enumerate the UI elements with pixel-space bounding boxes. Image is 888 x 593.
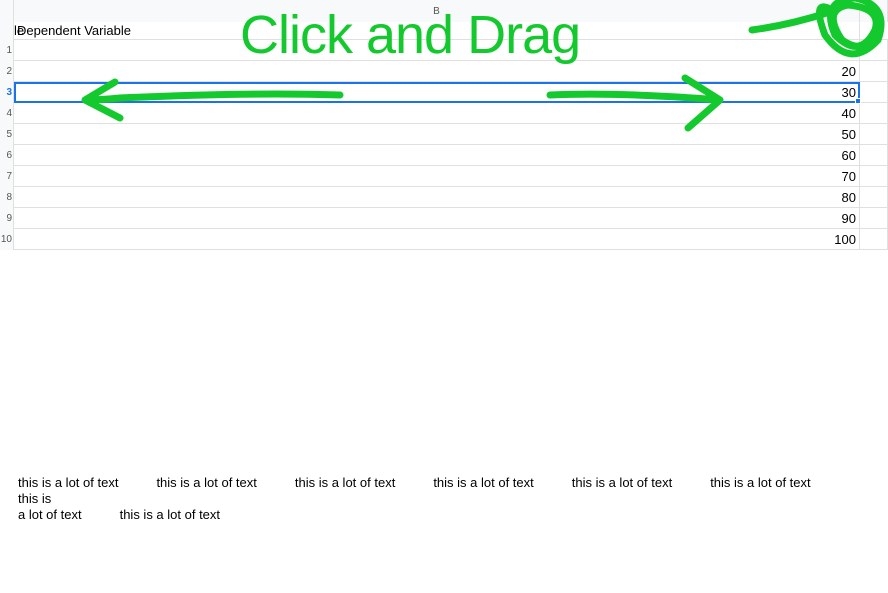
cell-c7[interactable] xyxy=(860,166,888,187)
cell-b8[interactable]: 80 xyxy=(14,187,860,208)
text-repeat-5: this is a lot of text xyxy=(572,475,672,491)
cell-c2[interactable] xyxy=(860,61,888,82)
data-row-9: 9 90 xyxy=(0,208,888,229)
cell-b9[interactable]: 90 xyxy=(14,208,860,229)
row-number-1[interactable]: 1 xyxy=(0,40,14,61)
long-text-row-2[interactable]: a lot of text this is a lot of text xyxy=(0,507,888,523)
cell-c10[interactable] xyxy=(860,229,888,250)
sheet-header-row: le Dependent Variable xyxy=(0,22,888,40)
column-header-label: B xyxy=(433,6,440,17)
cell-b6[interactable]: 60 xyxy=(14,145,860,166)
data-row-4: 4 40 xyxy=(0,103,888,124)
row-header-blank[interactable] xyxy=(0,22,14,40)
column-header-c[interactable] xyxy=(860,0,888,22)
data-row-8: 8 80 xyxy=(0,187,888,208)
data-row-6: 6 60 xyxy=(0,145,888,166)
row-number-4[interactable]: 4 xyxy=(0,103,14,124)
cell-b-header[interactable]: Dependent Variable xyxy=(14,22,860,39)
fill-handle[interactable] xyxy=(855,98,861,104)
data-row-5: 5 50 xyxy=(0,124,888,145)
spreadsheet-grid: B le Dependent Variable 1 2 20 3 30 4 40… xyxy=(0,0,888,590)
text-repeat-8: a lot of text xyxy=(18,507,82,523)
text-repeat-2: this is a lot of text xyxy=(156,475,256,491)
row-number-7[interactable]: 7 xyxy=(0,166,14,187)
cell-b7[interactable]: 70 xyxy=(14,166,860,187)
cell-b4[interactable]: 40 xyxy=(14,103,860,124)
cell-c3[interactable] xyxy=(860,82,888,103)
text-repeat-4: this is a lot of text xyxy=(433,475,533,491)
cell-c9[interactable] xyxy=(860,208,888,229)
cell-c8[interactable] xyxy=(860,187,888,208)
text-repeat-9: this is a lot of text xyxy=(120,507,220,523)
text-repeat-6: this is a lot of text xyxy=(710,475,810,491)
column-header-b[interactable]: B xyxy=(14,0,860,22)
row-number-2[interactable]: 2 xyxy=(0,61,14,82)
cell-b1[interactable] xyxy=(14,40,860,61)
row-number-8[interactable]: 8 xyxy=(0,187,14,208)
data-row-1: 1 xyxy=(0,40,888,61)
select-all-corner[interactable] xyxy=(0,0,14,22)
data-row-7: 7 70 xyxy=(0,166,888,187)
data-row-3-selected: 3 30 xyxy=(0,82,888,103)
cell-c5[interactable] xyxy=(860,124,888,145)
row-number-6[interactable]: 6 xyxy=(0,145,14,166)
long-text-row[interactable]: this is a lot of text this is a lot of t… xyxy=(0,475,888,507)
cell-c-header[interactable] xyxy=(860,22,888,39)
column-header-row: B xyxy=(0,0,888,22)
cell-b2[interactable]: 20 xyxy=(14,61,860,82)
row-number-5[interactable]: 5 xyxy=(0,124,14,145)
data-row-2: 2 20 xyxy=(0,61,888,82)
empty-rows-gap xyxy=(0,250,888,475)
cell-c1[interactable] xyxy=(860,40,888,61)
cell-b5[interactable]: 50 xyxy=(14,124,860,145)
text-repeat-3: this is a lot of text xyxy=(295,475,395,491)
cell-b3-selected[interactable]: 30 xyxy=(14,82,860,103)
cell-c6[interactable] xyxy=(860,145,888,166)
dependent-variable-label: Dependent Variable xyxy=(17,23,131,38)
cell-b10[interactable]: 100 xyxy=(14,229,860,250)
cell-c4[interactable] xyxy=(860,103,888,124)
text-repeat-1: this is a lot of text xyxy=(18,475,118,491)
text-repeat-7: this is xyxy=(18,491,51,507)
row-number-3[interactable]: 3 xyxy=(0,82,14,103)
row-number-10[interactable]: 10 xyxy=(0,229,14,250)
data-row-10: 10 100 xyxy=(0,229,888,250)
row-number-9[interactable]: 9 xyxy=(0,208,14,229)
